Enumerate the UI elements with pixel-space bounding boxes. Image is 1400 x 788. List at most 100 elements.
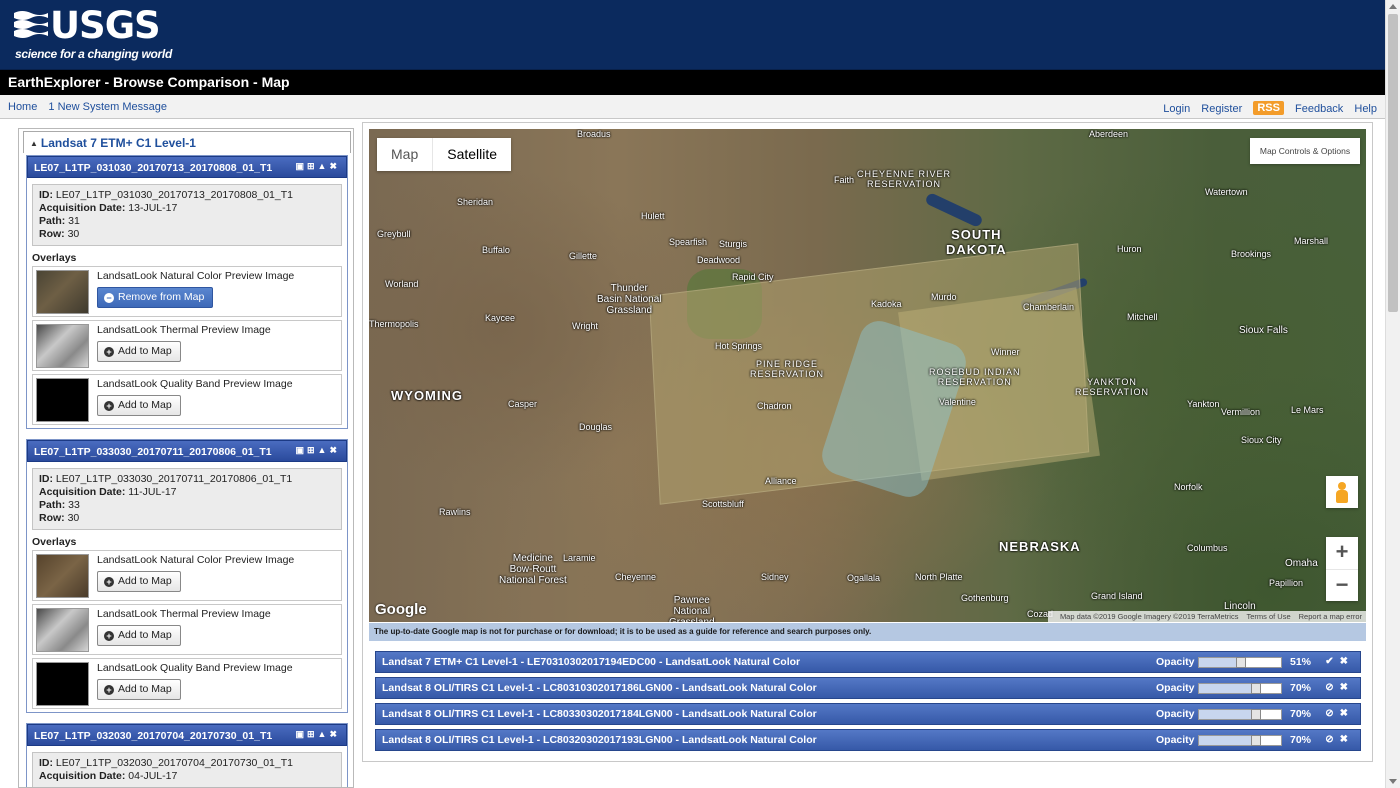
- thermal-thumbnail[interactable]: [36, 324, 89, 368]
- slider-handle[interactable]: [1251, 709, 1262, 720]
- plus-circle-icon: +: [104, 401, 114, 411]
- overlay-title: LandsatLook Quality Band Preview Image: [97, 662, 293, 674]
- map-panel: SOUTH DAKOTA WYOMING NEBRASKA CHEYENNE R…: [362, 122, 1373, 762]
- terms-of-use-link[interactable]: Terms of Use: [1246, 612, 1290, 621]
- scrollbar-thumb[interactable]: [1388, 14, 1398, 312]
- natural-color-thumbnail[interactable]: [36, 270, 89, 314]
- opacity-slider[interactable]: [1198, 657, 1282, 668]
- quality-band-thumbnail[interactable]: [36, 378, 89, 422]
- overlay-item: LandsatLook Natural Color Preview Image …: [32, 550, 342, 601]
- opacity-value: 51%: [1290, 656, 1312, 668]
- city-label: Aberdeen: [1089, 129, 1129, 139]
- grassland-label: Thunder Basin National Grassland: [597, 283, 662, 316]
- rss-icon[interactable]: RSS: [1253, 101, 1284, 115]
- city-label: Buffalo: [482, 245, 510, 255]
- map-controls-button[interactable]: Map Controls & Options: [1250, 138, 1360, 164]
- nav-system-message-link[interactable]: 1 New System Message: [48, 101, 167, 113]
- scene-metadata: ID: LE07_L1TP_032030_20170704_20170730_0…: [32, 752, 342, 787]
- path-label: Path:: [39, 499, 66, 511]
- nav-login-link[interactable]: Login: [1163, 103, 1190, 115]
- collapse-icon[interactable]: ▲: [318, 729, 330, 739]
- hidden-icon[interactable]: ⊘: [1325, 708, 1339, 719]
- usgs-logo[interactable]: USGS science for a changing world: [14, 4, 172, 61]
- slider-handle[interactable]: [1251, 735, 1262, 746]
- collapse-caret-icon[interactable]: ▲: [30, 139, 38, 148]
- close-icon[interactable]: ✖: [1340, 734, 1354, 745]
- city-label: Winner: [991, 347, 1020, 357]
- collection-header[interactable]: ▲ Landsat 7 ETM+ C1 Level-1: [23, 131, 351, 153]
- acquisition-date: 04-JUL-17: [128, 770, 178, 782]
- city-label: Casper: [508, 399, 538, 409]
- check-icon[interactable]: ✔: [1325, 656, 1339, 667]
- add-to-map-button[interactable]: + Add to Map: [97, 571, 181, 592]
- zoom-out-button[interactable]: −: [1326, 569, 1358, 601]
- save-icon[interactable]: ▣: [295, 161, 307, 171]
- save-icon[interactable]: ▣: [295, 445, 307, 455]
- river: [924, 191, 984, 229]
- report-map-error-link[interactable]: Report a map error: [1299, 612, 1362, 621]
- plus-circle-icon: +: [104, 631, 114, 641]
- satellite-map[interactable]: SOUTH DAKOTA WYOMING NEBRASKA CHEYENNE R…: [369, 129, 1366, 622]
- opacity-slider[interactable]: [1198, 709, 1282, 720]
- close-icon[interactable]: ✖: [329, 729, 340, 739]
- add-to-map-button[interactable]: + Add to Map: [97, 679, 181, 700]
- google-logo[interactable]: Google: [375, 601, 427, 618]
- close-icon[interactable]: ✖: [329, 445, 340, 455]
- close-icon[interactable]: ✖: [1340, 656, 1354, 667]
- city-label: Kadoka: [871, 299, 902, 309]
- scene-header[interactable]: LE07_L1TP_031030_20170713_20170808_01_T1…: [27, 156, 347, 178]
- city-label: Wright: [572, 321, 598, 331]
- slider-handle[interactable]: [1251, 683, 1262, 694]
- scroll-up-arrow-icon[interactable]: [1389, 4, 1397, 9]
- collection-title: Landsat 7 ETM+ C1 Level-1: [40, 136, 196, 150]
- nav-register-link[interactable]: Register: [1201, 103, 1242, 115]
- cart-icon[interactable]: ⊞: [307, 161, 318, 171]
- natural-color-thumbnail[interactable]: [36, 554, 89, 598]
- reservation-label: CHEYENNE RIVER RESERVATION: [857, 169, 952, 189]
- opacity-slider[interactable]: [1198, 683, 1282, 694]
- scene-header[interactable]: LE07_L1TP_032030_20170704_20170730_01_T1…: [27, 724, 347, 746]
- add-to-map-button[interactable]: + Add to Map: [97, 625, 181, 646]
- city-label: Thermopolis: [369, 319, 419, 329]
- row-label: Row:: [39, 512, 65, 524]
- button-label: Add to Map: [118, 575, 172, 587]
- close-icon[interactable]: ✖: [329, 161, 340, 171]
- cart-icon[interactable]: ⊞: [307, 445, 318, 455]
- reservation-label: YANKTON RESERVATION: [1075, 377, 1150, 397]
- scene-header[interactable]: LE07_L1TP_033030_20170711_20170806_01_T1…: [27, 440, 347, 462]
- scroll-down-arrow-icon[interactable]: [1389, 779, 1397, 784]
- slider-handle[interactable]: [1235, 657, 1246, 668]
- close-icon[interactable]: ✖: [1340, 708, 1354, 719]
- scene-metadata: ID: LE07_L1TP_033030_20170711_20170806_0…: [32, 468, 342, 530]
- save-icon[interactable]: ▣: [295, 729, 307, 739]
- date-label: Acquisition Date:: [39, 202, 126, 214]
- cart-icon[interactable]: ⊞: [307, 729, 318, 739]
- add-to-map-button[interactable]: + Add to Map: [97, 395, 181, 416]
- hidden-icon[interactable]: ⊘: [1325, 682, 1339, 693]
- hidden-icon[interactable]: ⊘: [1325, 734, 1339, 745]
- add-to-map-button[interactable]: + Add to Map: [97, 341, 181, 362]
- thermal-thumbnail[interactable]: [36, 608, 89, 652]
- layer-name: Landsat 7 ETM+ C1 Level-1 - LE7031030201…: [382, 656, 801, 668]
- street-view-pegman-icon[interactable]: [1326, 476, 1358, 508]
- opacity-slider[interactable]: [1198, 735, 1282, 746]
- overlay-title: LandsatLook Thermal Preview Image: [97, 608, 271, 620]
- id-label: ID:: [39, 189, 53, 201]
- map-type-satellite-button[interactable]: Satellite: [432, 138, 511, 171]
- nav-feedback-link[interactable]: Feedback: [1295, 103, 1343, 115]
- quality-band-thumbnail[interactable]: [36, 662, 89, 706]
- collapse-icon[interactable]: ▲: [318, 445, 330, 455]
- scene-metadata: ID: LE07_L1TP_031030_20170713_20170808_0…: [32, 184, 342, 246]
- scene-name: LE07_L1TP_031030_20170713_20170808_01_T1: [34, 162, 273, 174]
- nav-home-link[interactable]: Home: [8, 101, 37, 113]
- collapse-icon[interactable]: ▲: [318, 161, 330, 171]
- close-icon[interactable]: ✖: [1340, 682, 1354, 693]
- overlay-title: LandsatLook Natural Color Preview Image: [97, 554, 295, 566]
- remove-from-map-button[interactable]: − Remove from Map: [97, 287, 214, 308]
- logo-text: USGS: [50, 4, 161, 47]
- map-type-map-button[interactable]: Map: [377, 138, 432, 171]
- nav-help-link[interactable]: Help: [1354, 103, 1377, 115]
- scene-name: LE07_L1TP_033030_20170711_20170806_01_T1: [34, 446, 272, 458]
- page-scrollbar[interactable]: [1385, 0, 1400, 788]
- zoom-in-button[interactable]: +: [1326, 537, 1358, 569]
